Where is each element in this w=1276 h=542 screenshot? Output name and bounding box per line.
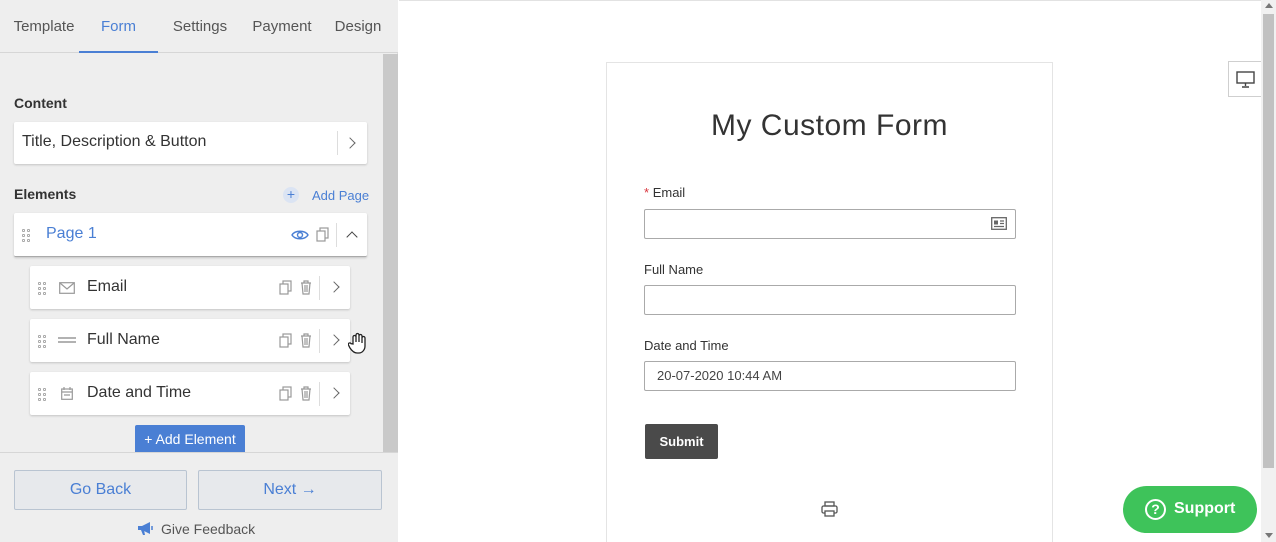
form-card: My Custom Form * Email Full Name Date an… (606, 62, 1053, 542)
tab-settings[interactable]: Settings (163, 0, 237, 53)
scroll-up-arrow-icon[interactable] (1265, 3, 1273, 8)
panel-scrollbar[interactable] (383, 54, 398, 452)
element-label: Full Name (87, 331, 160, 348)
element-item-date-time[interactable]: Date and Time (30, 372, 350, 415)
content-title-item[interactable]: Title, Description & Button (14, 122, 367, 164)
left-panel: Template Form Settings Payment Design Co… (0, 0, 398, 542)
chevron-right-icon[interactable] (328, 281, 340, 293)
chevron-right-icon[interactable] (344, 137, 356, 149)
help-icon: ? (1145, 499, 1166, 520)
chevron-right-icon[interactable] (328, 334, 340, 346)
builder-scroll-area: Content Title, Description & Button Elem… (0, 54, 383, 452)
element-label: Email (87, 278, 128, 295)
tab-payment[interactable]: Payment (244, 0, 320, 53)
divider (319, 382, 320, 406)
chevron-right-icon[interactable] (328, 387, 340, 399)
trash-icon[interactable] (300, 333, 312, 348)
trash-icon[interactable] (300, 280, 312, 295)
page-1-card[interactable]: Page 1 (14, 213, 367, 257)
envelope-icon (59, 282, 75, 294)
divider (337, 131, 338, 155)
tab-design[interactable]: Design (326, 0, 390, 53)
divider (319, 329, 320, 353)
full-name-label: Full Name (644, 262, 704, 277)
drag-handle-icon[interactable] (22, 229, 30, 242)
elements-heading: Elements (14, 186, 77, 202)
support-label: Support (1174, 500, 1236, 517)
date-time-input[interactable]: 20-07-2020 10:44 AM (644, 361, 1016, 391)
full-name-input[interactable] (644, 285, 1016, 315)
tab-form[interactable]: Form (79, 0, 158, 53)
go-back-button[interactable]: Go Back (14, 470, 187, 510)
element-label: Date and Time (87, 384, 192, 401)
monitor-icon (1236, 71, 1255, 88)
divider (319, 276, 320, 300)
tab-template[interactable]: Template (0, 0, 88, 53)
drag-handle-icon[interactable] (38, 388, 46, 401)
text-field-icon (58, 337, 76, 343)
give-feedback-link[interactable]: Give Feedback (161, 521, 255, 537)
panel-footer: Go Back Next → Give Feedback (0, 452, 398, 542)
desktop-view-button[interactable] (1228, 61, 1261, 97)
support-button[interactable]: ? Support (1123, 486, 1257, 533)
required-mark: * (644, 185, 650, 200)
email-label-text: Email (652, 185, 686, 200)
copy-icon[interactable] (279, 280, 292, 295)
scroll-down-arrow-icon[interactable] (1265, 533, 1273, 538)
email-input[interactable] (644, 209, 1016, 239)
print-icon[interactable] (821, 501, 838, 517)
add-page-link[interactable]: Add Page (312, 188, 369, 203)
form-title: My Custom Form (710, 109, 948, 142)
copy-icon[interactable] (316, 227, 329, 242)
add-page-icon[interactable]: + (283, 187, 299, 203)
preview-scrollbar[interactable] (1261, 0, 1276, 542)
page-1-label: Page 1 (46, 225, 97, 242)
scrollbar-thumb[interactable] (1263, 14, 1274, 468)
eye-icon[interactable] (291, 228, 309, 242)
calendar-icon (61, 387, 73, 400)
submit-button[interactable]: Submit (645, 424, 718, 459)
content-item-label: Title, Description & Button (22, 133, 207, 150)
drag-handle-icon[interactable] (38, 282, 46, 295)
drag-handle-icon[interactable] (38, 335, 46, 348)
copy-icon[interactable] (279, 333, 292, 348)
add-element-button[interactable]: + Add Element (135, 425, 245, 452)
divider (336, 223, 337, 247)
copy-icon[interactable] (279, 386, 292, 401)
date-time-label: Date and Time (644, 338, 729, 353)
tab-bar: Template Form Settings Payment Design (0, 0, 398, 53)
megaphone-icon (138, 522, 153, 535)
element-item-email[interactable]: Email (30, 266, 350, 309)
email-label: * Email (644, 185, 685, 200)
trash-icon[interactable] (300, 386, 312, 401)
form-preview-area: My Custom Form * Email Full Name Date an… (399, 0, 1261, 542)
next-button[interactable]: Next → (198, 470, 382, 510)
hand-cursor-icon (348, 332, 366, 354)
contact-card-icon (991, 217, 1007, 230)
content-heading: Content (14, 95, 67, 111)
chevron-up-icon[interactable] (346, 231, 358, 243)
element-item-full-name[interactable]: Full Name (30, 319, 350, 362)
